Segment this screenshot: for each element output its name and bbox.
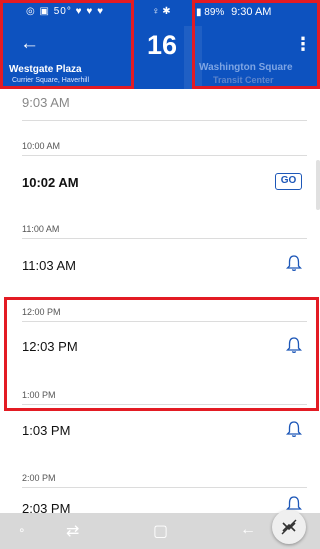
- bell-icon[interactable]: [286, 254, 302, 272]
- departure-time: 10:02 AM: [22, 175, 79, 190]
- row-divider: [22, 120, 307, 121]
- row-divider: [22, 155, 307, 156]
- hour-header: 2:00 PM: [22, 473, 56, 483]
- departure-time: 9:03 AM: [22, 95, 70, 110]
- nav-back-icon[interactable]: ←: [240, 521, 256, 539]
- hour-header: 10:00 AM: [22, 141, 61, 151]
- hour-header: 11:00 AM: [22, 224, 60, 234]
- highlight-noon-departure: [4, 297, 319, 411]
- highlight-destination: [192, 0, 320, 89]
- highlight-origin: [0, 0, 134, 89]
- bus-alert-fab[interactable]: [272, 510, 306, 544]
- row-divider: [22, 238, 307, 239]
- scrollbar[interactable]: [316, 160, 320, 210]
- departure-time: 11:03 AM: [22, 258, 76, 273]
- bell-icon[interactable]: [286, 420, 302, 438]
- swap-icon[interactable]: ⇄: [66, 521, 79, 541]
- status-icons-mid: ♀ ✱: [152, 6, 171, 17]
- bus-alert-icon: [281, 519, 297, 535]
- home-icon[interactable]: ▢: [153, 521, 168, 541]
- route-number: 16: [147, 30, 178, 60]
- recent-apps-icon[interactable]: ∘: [18, 523, 26, 537]
- departure-time: 1:03 PM: [22, 423, 71, 438]
- go-button[interactable]: GO: [275, 173, 302, 190]
- row-divider: [22, 487, 307, 488]
